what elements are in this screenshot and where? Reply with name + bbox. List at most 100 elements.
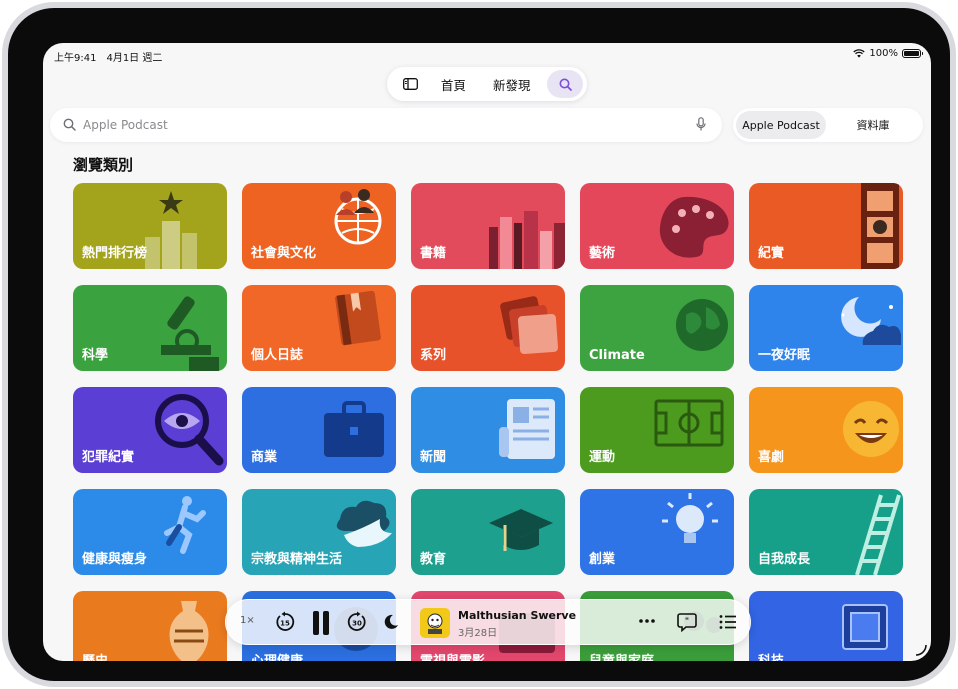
status-bar: 上午9:41 4月1日 週二 100% <box>43 43 931 67</box>
category-label: 科學 <box>82 348 109 363</box>
search-icon <box>63 118 76 131</box>
field-icon <box>654 399 724 447</box>
ipad-frame: 上午9:41 4月1日 週二 100% 首頁 新發現 Apple Podcast… <box>2 2 956 687</box>
wifi-icon <box>853 49 866 58</box>
newspaper-icon <box>499 399 555 459</box>
status-time: 上午9:41 4月1日 週二 <box>54 53 163 64</box>
scope-library[interactable]: 資料庫 <box>826 111 920 139</box>
tab-search[interactable] <box>547 70 583 98</box>
sidebar-icon <box>403 78 419 90</box>
mini-player[interactable]: 1× 15 30 Malthusian Swerve 3月28日 " <box>225 599 751 645</box>
ipad-bezel: 上午9:41 4月1日 週二 100% 首頁 新發現 Apple Podcast… <box>8 8 950 681</box>
category-label: 科技 <box>758 650 784 661</box>
palette-icon <box>659 196 729 258</box>
category-label: 兒童與家庭 <box>589 650 654 661</box>
podcast-artwork-icon <box>427 613 443 634</box>
battery-percent: 100% <box>869 48 898 59</box>
scope-apple-podcast[interactable]: Apple Podcast <box>736 111 826 139</box>
category-tile[interactable]: 熱門排行榜 <box>73 183 227 269</box>
journal-icon <box>335 290 381 346</box>
category-label: 社會與文化 <box>251 246 317 261</box>
category-tile[interactable]: 紀實 <box>749 183 903 269</box>
lightbulb-icon <box>662 493 718 543</box>
status-right: 100% <box>853 48 923 59</box>
skip-forward-seconds: 30 <box>352 620 362 628</box>
skip-back-seconds: 15 <box>280 620 290 628</box>
resize-corner-icon <box>915 644 927 656</box>
category-tile[interactable]: 運動 <box>580 387 734 473</box>
category-label: Climate <box>589 348 645 363</box>
earth-icon <box>676 299 728 351</box>
category-label: 商業 <box>251 450 278 465</box>
sleep-timer-icon[interactable] <box>384 611 400 633</box>
search-icon <box>559 78 572 91</box>
category-tile[interactable]: 系列 <box>411 285 565 371</box>
category-label: 宗教與精神生活 <box>251 552 343 567</box>
category-tile[interactable]: 喜劇 <box>749 387 903 473</box>
stacked-cards-icon <box>500 296 559 355</box>
category-tile[interactable]: 書籍 <box>411 183 565 269</box>
tab-bar: 首頁 新發現 <box>387 67 587 101</box>
category-tile[interactable]: 犯罪紀實 <box>73 387 227 473</box>
category-label: 健康與瘦身 <box>82 552 148 567</box>
queue-icon[interactable] <box>719 614 737 630</box>
playback-speed-button[interactable]: 1× <box>240 615 255 626</box>
briefcase-icon <box>324 401 384 457</box>
episode-artwork <box>420 608 450 638</box>
category-label: 心理健康 <box>251 650 303 661</box>
category-tile[interactable]: 宗教與精神生活 <box>242 489 396 575</box>
transcript-icon[interactable]: " <box>677 612 697 632</box>
microphone-icon[interactable] <box>696 117 706 132</box>
category-label: 電視與電影 <box>420 650 485 661</box>
category-tile[interactable]: 科技 <box>749 591 903 661</box>
category-label: 犯罪紀實 <box>82 450 135 465</box>
category-label: 書籍 <box>420 246 447 261</box>
category-tile[interactable]: 新聞 <box>411 387 565 473</box>
more-icon[interactable] <box>638 618 656 624</box>
category-tile[interactable]: Climate <box>580 285 734 371</box>
section-title: 瀏覽類別 <box>73 156 134 174</box>
category-label: 教育 <box>420 552 447 567</box>
category-label: 熱門排行榜 <box>82 246 148 261</box>
category-tile[interactable]: 科學 <box>73 285 227 371</box>
laughing-face-icon <box>843 401 899 457</box>
books-icon <box>489 211 565 269</box>
skip-back-icon[interactable]: 15 <box>274 611 296 633</box>
film-strip-icon <box>861 183 899 269</box>
category-label: 運動 <box>589 450 616 465</box>
category-label: 系列 <box>420 348 447 363</box>
category-tile[interactable]: 健康與瘦身 <box>73 489 227 575</box>
moon-clouds-icon <box>841 297 901 345</box>
category-tile[interactable]: 創業 <box>580 489 734 575</box>
pause-icon[interactable] <box>310 611 332 635</box>
search-field[interactable]: Apple Podcast <box>50 108 722 142</box>
chip-icon <box>842 604 888 650</box>
sidebar-toggle-button[interactable] <box>391 70 431 98</box>
category-tile[interactable]: 教育 <box>411 489 565 575</box>
category-tile[interactable]: 商業 <box>242 387 396 473</box>
skip-forward-icon[interactable]: 30 <box>346 611 368 633</box>
graduation-cap-icon <box>489 509 553 551</box>
microscope-icon <box>161 296 219 371</box>
tab-new[interactable]: 新發現 <box>476 70 547 98</box>
search-placeholder: Apple Podcast <box>83 118 168 132</box>
search-scope: Apple Podcast 資料庫 <box>733 108 923 142</box>
category-tile[interactable]: 自我成長 <box>749 489 903 575</box>
category-tile[interactable]: 社會與文化 <box>242 183 396 269</box>
magnifier-eye-icon <box>155 394 224 466</box>
category-label: 創業 <box>589 552 616 567</box>
category-label: 紀實 <box>758 246 785 261</box>
amphora-icon <box>169 601 209 661</box>
category-label: 喜劇 <box>758 450 785 465</box>
tab-home[interactable]: 首頁 <box>431 70 477 98</box>
category-tile[interactable]: 歷史 <box>73 591 227 661</box>
category-tile[interactable]: 個人日誌 <box>242 285 396 371</box>
category-label: 藝術 <box>589 246 616 261</box>
category-tile[interactable]: 一夜好眠 <box>749 285 903 371</box>
ladder-icon <box>855 494 901 575</box>
category-label: 自我成長 <box>758 552 811 567</box>
category-label: 個人日誌 <box>251 348 304 363</box>
screen: 上午9:41 4月1日 週二 100% 首頁 新發現 Apple Podcast… <box>43 43 931 661</box>
battery-icon <box>902 49 923 58</box>
category-tile[interactable]: 藝術 <box>580 183 734 269</box>
